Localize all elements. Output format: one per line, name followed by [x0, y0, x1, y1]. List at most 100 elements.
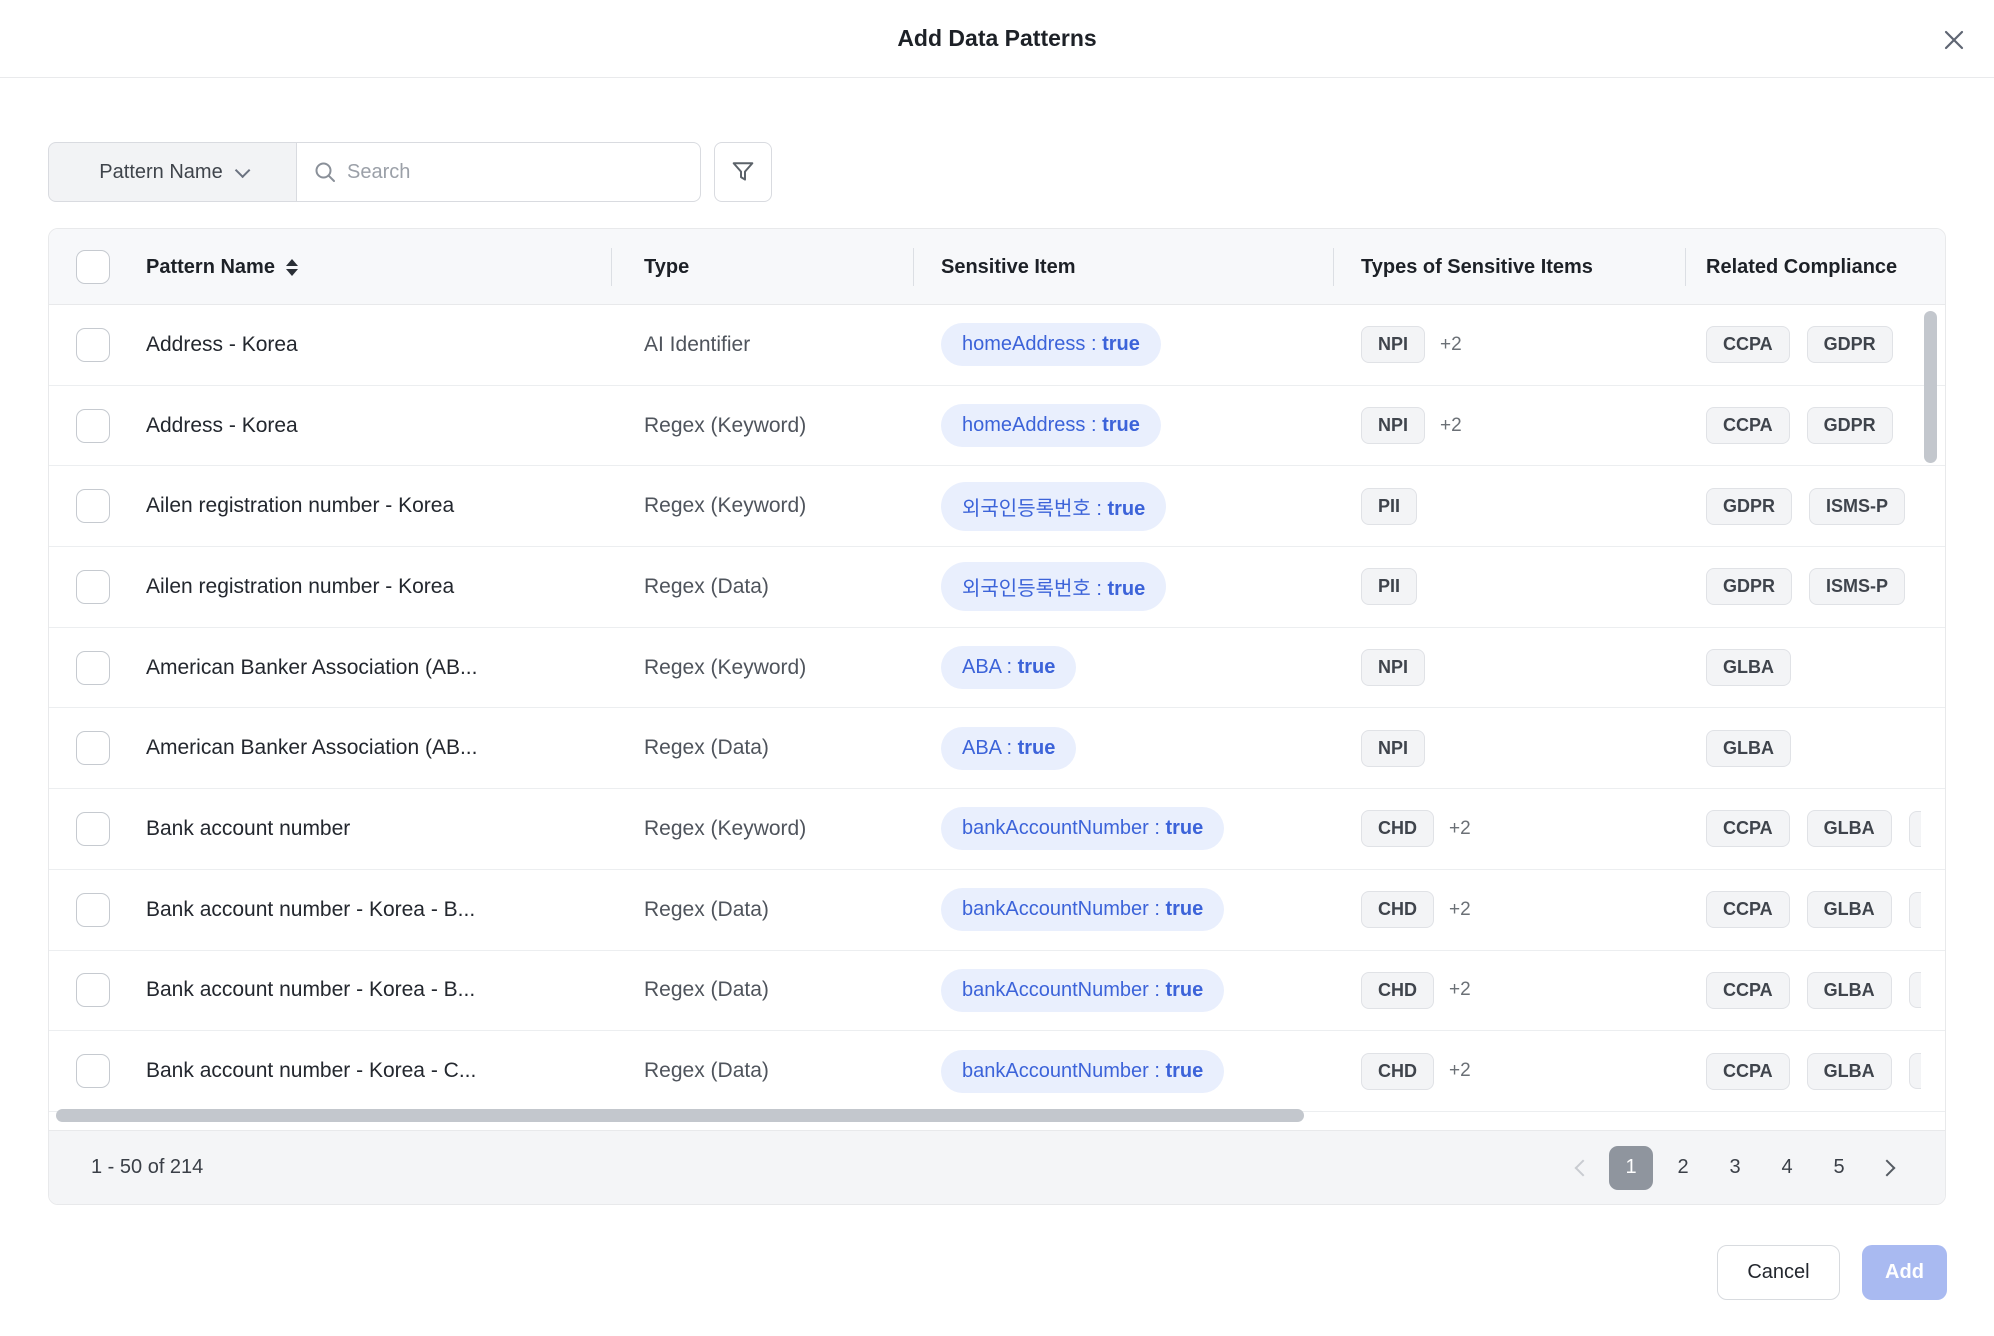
pattern-name: Bank account number: [146, 817, 612, 841]
row-checkbox[interactable]: [76, 328, 110, 362]
row-checkbox[interactable]: [76, 409, 110, 443]
pattern-name: Bank account number - Korea - C...: [146, 1059, 612, 1083]
row-checkbox[interactable]: [76, 731, 110, 765]
prev-page-button[interactable]: [1565, 1146, 1601, 1190]
sensitive-type-tag: CHD: [1361, 810, 1434, 847]
chevron-right-icon: [1879, 1159, 1896, 1176]
pattern-name: American Banker Association (AB...: [146, 656, 612, 680]
sort-icon[interactable]: [286, 259, 298, 276]
page-number-2[interactable]: 2: [1661, 1146, 1705, 1190]
sensitive-item-pill: bankAccountNumber : true: [941, 888, 1224, 931]
search-icon: [313, 160, 337, 184]
table-row[interactable]: American Banker Association (AB...Regex …: [49, 708, 1945, 789]
select-all-checkbox[interactable]: [76, 250, 110, 284]
pattern-name: Bank account number - Korea - B...: [146, 978, 612, 1002]
compliance-cell: GDPRISMS-P: [1686, 488, 1921, 525]
table-row[interactable]: Bank account number - Korea - B...Regex …: [49, 951, 1945, 1032]
table-row[interactable]: Bank account numberRegex (Keyword)bankAc…: [49, 789, 1945, 870]
compliance-cell: CCPAGLBA: [1686, 1053, 1921, 1090]
sensitive-item-cell: homeAddress : true: [914, 404, 1334, 447]
sensitive-item-cell: bankAccountNumber : true: [914, 969, 1334, 1012]
table-row[interactable]: Address - KoreaRegex (Keyword)homeAddres…: [49, 386, 1945, 467]
sensitive-item-key: bankAccountNumber :: [962, 979, 1165, 1001]
table-row[interactable]: Bank account number - Korea - B...Regex …: [49, 870, 1945, 951]
dialog-actions: Cancel Add: [1717, 1245, 1947, 1300]
sensitive-item-key: ABA :: [962, 737, 1018, 759]
sensitive-types-cell: CHD+2: [1334, 972, 1686, 1009]
search-input[interactable]: [347, 161, 684, 184]
sensitive-item-pill: bankAccountNumber : true: [941, 1050, 1224, 1093]
compliance-cell: CCPAGLBA: [1686, 972, 1921, 1009]
sensitive-types-cell: NPI: [1334, 649, 1686, 686]
close-icon: [1942, 28, 1966, 52]
vertical-scrollbar-thumb[interactable]: [1924, 311, 1937, 463]
table-row[interactable]: Ailen registration number - KoreaRegex (…: [49, 466, 1945, 547]
compliance-cell: GLBA: [1686, 730, 1921, 767]
filter-button[interactable]: [714, 142, 772, 202]
pattern-name: Ailen registration number - Korea: [146, 494, 612, 518]
sensitive-item-key: bankAccountNumber :: [962, 817, 1165, 839]
sensitive-item-pill: homeAddress : true: [941, 404, 1161, 447]
compliance-tag: CCPA: [1706, 810, 1790, 847]
pagination-range: 1 - 50 of 214: [91, 1156, 203, 1179]
compliance-cell: CCPAGDPR: [1686, 407, 1921, 444]
page-number-1[interactable]: 1: [1609, 1146, 1653, 1190]
sensitive-type-tag: PII: [1361, 568, 1417, 605]
pagination: 12345: [1565, 1146, 1905, 1190]
compliance-tag: GDPR: [1807, 326, 1893, 363]
row-checkbox[interactable]: [76, 1054, 110, 1088]
sensitive-types-cell: CHD+2: [1334, 891, 1686, 928]
sensitive-type-tag: PII: [1361, 488, 1417, 525]
page-number-5[interactable]: 5: [1817, 1146, 1861, 1190]
pattern-name: Ailen registration number - Korea: [146, 575, 612, 599]
horizontal-scrollbar-thumb[interactable]: [56, 1109, 1304, 1122]
row-checkbox[interactable]: [76, 651, 110, 685]
cancel-button[interactable]: Cancel: [1717, 1245, 1840, 1300]
more-count: +2: [1449, 1060, 1471, 1082]
row-checkbox[interactable]: [76, 570, 110, 604]
page-number-4[interactable]: 4: [1765, 1146, 1809, 1190]
add-button[interactable]: Add: [1862, 1245, 1947, 1300]
row-checkbox-cell: [49, 489, 146, 523]
more-count: +2: [1440, 334, 1462, 356]
column-header-pattern-name[interactable]: Pattern Name: [146, 229, 612, 305]
search-box: [297, 142, 701, 202]
table-header-row: Pattern Name Type Sensitive Item Types o…: [49, 229, 1945, 305]
pattern-type: AI Identifier: [612, 333, 914, 357]
pattern-name: American Banker Association (AB...: [146, 736, 612, 760]
sensitive-item-value: true: [1165, 898, 1203, 920]
row-checkbox[interactable]: [76, 893, 110, 927]
row-checkbox-cell: [49, 409, 146, 443]
search-field-selector[interactable]: Pattern Name: [48, 142, 297, 202]
sensitive-item-cell: bankAccountNumber : true: [914, 807, 1334, 850]
close-button[interactable]: [1940, 26, 1968, 54]
row-checkbox[interactable]: [76, 489, 110, 523]
compliance-tag: GLBA: [1807, 972, 1892, 1009]
compliance-tag: GDPR: [1706, 568, 1792, 605]
table-row[interactable]: Bank account number - Korea - C...Regex …: [49, 1031, 1945, 1112]
data-patterns-table: Pattern Name Type Sensitive Item Types o…: [48, 228, 1946, 1205]
sensitive-item-key: 외국인등록번호 :: [962, 578, 1107, 600]
chevron-left-icon: [1575, 1159, 1592, 1176]
next-page-button[interactable]: [1869, 1146, 1905, 1190]
row-checkbox-cell: [49, 731, 146, 765]
compliance-tag: CCPA: [1706, 407, 1790, 444]
table-row[interactable]: American Banker Association (AB...Regex …: [49, 628, 1945, 709]
row-checkbox[interactable]: [76, 812, 110, 846]
sensitive-type-tag: NPI: [1361, 730, 1425, 767]
row-checkbox[interactable]: [76, 973, 110, 1007]
table-row[interactable]: Address - KoreaAI IdentifierhomeAddress …: [49, 305, 1945, 386]
sensitive-types-cell: NPI+2: [1334, 326, 1686, 363]
dialog-header: Add Data Patterns: [0, 0, 1994, 78]
sensitive-item-cell: ABA : true: [914, 646, 1334, 689]
compliance-tag: CCPA: [1706, 326, 1790, 363]
table-row[interactable]: Ailen registration number - KoreaRegex (…: [49, 547, 1945, 628]
sensitive-item-pill: bankAccountNumber : true: [941, 969, 1224, 1012]
pattern-name: Address - Korea: [146, 333, 612, 357]
page-number-3[interactable]: 3: [1713, 1146, 1757, 1190]
table-body: Address - KoreaAI Identifier homeAddress …: [49, 305, 1945, 1112]
sensitive-item-key: bankAccountNumber :: [962, 898, 1165, 920]
column-header-types-of-sensitive-items: Types of Sensitive Items: [1334, 229, 1686, 305]
sensitive-item-value: true: [1018, 737, 1056, 759]
sensitive-types-cell: NPI+2: [1334, 407, 1686, 444]
